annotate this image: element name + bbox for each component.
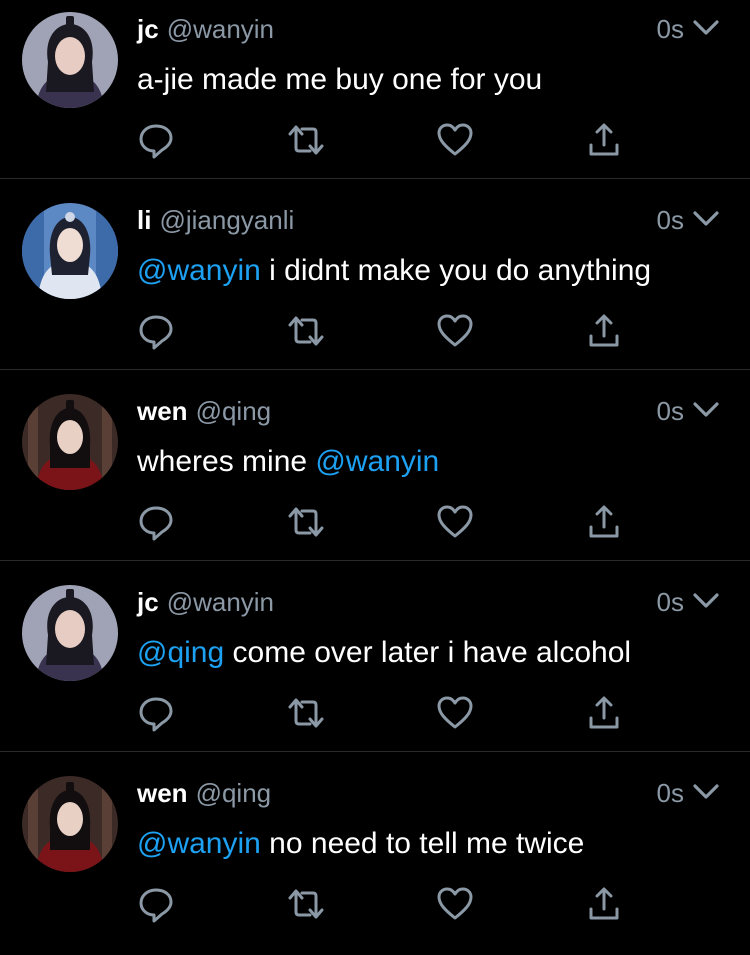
tweet-body: a-jie made me buy one for you bbox=[137, 63, 543, 96]
chevron-down-icon[interactable] bbox=[692, 209, 720, 229]
retweet-button[interactable] bbox=[284, 691, 328, 735]
tweet[interactable]: jc @wanyin 0s @qing come over later i hav… bbox=[0, 573, 750, 764]
heart-icon bbox=[437, 505, 473, 538]
timestamp: 0s bbox=[656, 14, 684, 44]
retweet-icon bbox=[288, 125, 324, 155]
retweet-button[interactable] bbox=[284, 118, 328, 162]
user-handle[interactable]: @jiangyanli bbox=[159, 205, 294, 235]
retweet-button[interactable] bbox=[284, 882, 328, 926]
mention-link[interactable]: @wanyin bbox=[137, 827, 261, 860]
tweet-text: @qing come over later i have alcohol bbox=[137, 633, 631, 673]
reply-button[interactable] bbox=[134, 882, 178, 926]
tweet[interactable]: li @jiangyanli 0s @wanyin i didnt make yo… bbox=[0, 191, 750, 382]
timestamp: 0s bbox=[656, 396, 684, 426]
like-button[interactable] bbox=[433, 882, 477, 926]
share-button[interactable] bbox=[582, 500, 626, 544]
share-button[interactable] bbox=[582, 882, 626, 926]
user-handle[interactable]: @qing bbox=[196, 778, 272, 808]
display-name[interactable]: wen bbox=[137, 778, 188, 808]
avatar[interactable] bbox=[22, 12, 118, 108]
tweet-header: wen @qing bbox=[137, 394, 271, 428]
reply-button[interactable] bbox=[134, 309, 178, 353]
like-button[interactable] bbox=[433, 118, 477, 162]
chevron-down-icon[interactable] bbox=[692, 591, 720, 611]
heart-icon bbox=[437, 123, 473, 156]
reply-button[interactable] bbox=[134, 691, 178, 735]
tweet-body: wheres mine bbox=[137, 445, 316, 478]
tweet-header: wen @qing bbox=[137, 776, 271, 810]
share-button[interactable] bbox=[582, 118, 626, 162]
reply-icon bbox=[139, 697, 173, 732]
tweet-text: @wanyin i didnt make you do anything bbox=[137, 251, 651, 291]
avatar[interactable] bbox=[22, 776, 118, 872]
chevron-down-icon[interactable] bbox=[692, 18, 720, 38]
share-icon bbox=[589, 887, 619, 920]
heart-icon bbox=[437, 887, 473, 920]
divider bbox=[0, 751, 750, 752]
reply-icon bbox=[139, 506, 173, 541]
display-name[interactable]: jc bbox=[137, 14, 159, 44]
tweet-text: a-jie made me buy one for you bbox=[137, 60, 542, 100]
divider bbox=[0, 560, 750, 561]
reply-button[interactable] bbox=[134, 500, 178, 544]
tweet-header: jc @wanyin bbox=[137, 585, 274, 619]
share-icon bbox=[589, 696, 619, 729]
share-icon bbox=[589, 123, 619, 156]
like-button[interactable] bbox=[433, 309, 477, 353]
share-icon bbox=[589, 505, 619, 538]
display-name[interactable]: wen bbox=[137, 396, 188, 426]
share-button[interactable] bbox=[582, 309, 626, 353]
display-name[interactable]: jc bbox=[137, 587, 159, 617]
tweet-feed: jc @wanyin 0s a-jie made me buy one for y… bbox=[0, 0, 750, 945]
retweet-button[interactable] bbox=[284, 500, 328, 544]
retweet-icon bbox=[288, 889, 324, 919]
tweet-header: jc @wanyin bbox=[137, 12, 274, 46]
share-icon bbox=[589, 314, 619, 347]
chevron-down-icon[interactable] bbox=[692, 400, 720, 420]
divider bbox=[0, 178, 750, 179]
avatar[interactable] bbox=[22, 394, 118, 490]
mention-link[interactable]: @wanyin bbox=[137, 254, 261, 287]
timestamp: 0s bbox=[656, 587, 684, 617]
tweet[interactable]: wen @qing 0s wheres mine @wanyin bbox=[0, 382, 750, 573]
tweet-body: come over later i have alcohol bbox=[224, 636, 632, 669]
user-handle[interactable]: @wanyin bbox=[167, 587, 274, 617]
share-button[interactable] bbox=[582, 691, 626, 735]
tweet-header: li @jiangyanli bbox=[137, 203, 294, 237]
tweet-body: i didnt make you do anything bbox=[260, 254, 652, 287]
reply-button[interactable] bbox=[134, 118, 178, 162]
retweet-icon bbox=[288, 507, 324, 537]
like-button[interactable] bbox=[433, 500, 477, 544]
avatar[interactable] bbox=[22, 585, 118, 681]
avatar[interactable] bbox=[22, 203, 118, 299]
retweet-icon bbox=[288, 316, 324, 346]
reply-icon bbox=[139, 315, 173, 350]
tweet-text: @wanyin no need to tell me twice bbox=[137, 824, 584, 864]
mention-link[interactable]: @wanyin bbox=[315, 445, 439, 478]
user-handle[interactable]: @wanyin bbox=[167, 14, 274, 44]
heart-icon bbox=[437, 696, 473, 729]
tweet[interactable]: wen @qing 0s @wanyin no need to tell me t… bbox=[0, 764, 750, 955]
tweet-body: no need to tell me twice bbox=[260, 827, 585, 860]
mention-link[interactable]: @qing bbox=[137, 636, 224, 669]
display-name[interactable]: li bbox=[137, 205, 151, 235]
divider bbox=[0, 369, 750, 370]
retweet-button[interactable] bbox=[284, 309, 328, 353]
user-handle[interactable]: @qing bbox=[196, 396, 272, 426]
reply-icon bbox=[139, 124, 173, 159]
timestamp: 0s bbox=[656, 205, 684, 235]
like-button[interactable] bbox=[433, 691, 477, 735]
heart-icon bbox=[437, 314, 473, 347]
retweet-icon bbox=[288, 698, 324, 728]
tweet[interactable]: jc @wanyin 0s a-jie made me buy one for y… bbox=[0, 0, 750, 191]
chevron-down-icon[interactable] bbox=[692, 782, 720, 802]
tweet-text: wheres mine @wanyin bbox=[137, 442, 439, 482]
reply-icon bbox=[139, 888, 173, 923]
timestamp: 0s bbox=[656, 778, 684, 808]
